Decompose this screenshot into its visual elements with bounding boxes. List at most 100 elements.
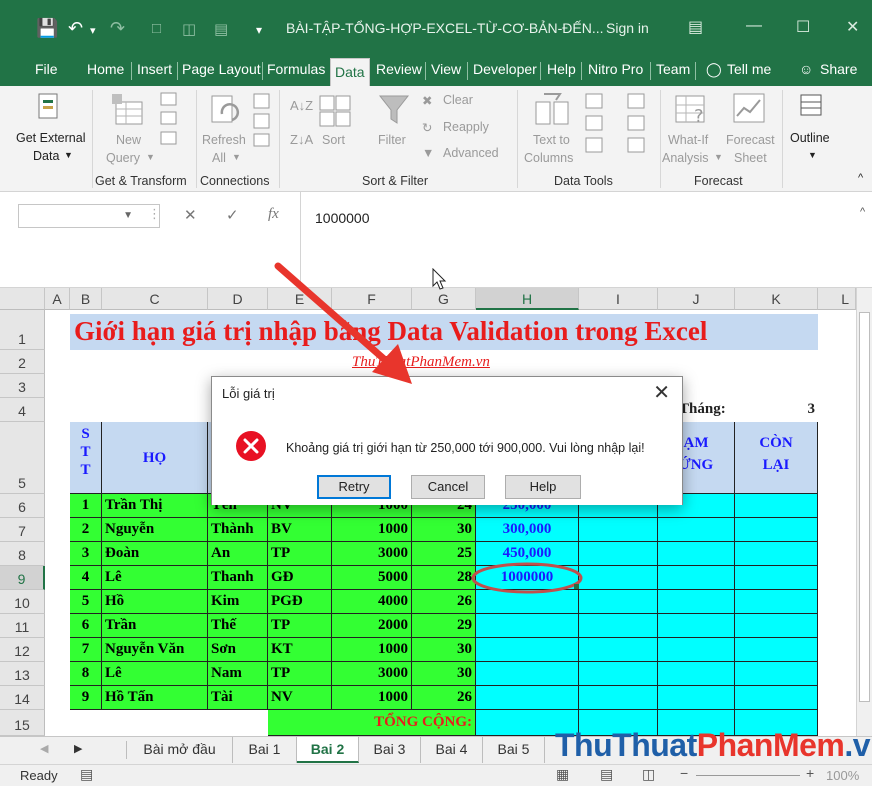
row-header-2[interactable]: 2 xyxy=(0,350,45,374)
table-cell[interactable]: 5000 xyxy=(332,566,412,590)
table-cell[interactable]: Nam xyxy=(208,662,268,686)
table-cell[interactable] xyxy=(735,518,818,542)
customize-toolbar-icon[interactable]: ▾ xyxy=(256,23,262,37)
filter-label[interactable]: Filter xyxy=(378,133,406,147)
table-cell[interactable]: 2 xyxy=(70,518,102,542)
page-break-view-icon[interactable]: ◫ xyxy=(642,766,655,783)
table-cell[interactable]: Thế xyxy=(208,614,268,638)
next-sheet-icon[interactable]: ▶ xyxy=(74,742,82,755)
refresh-all-icon[interactable] xyxy=(208,92,244,130)
table-cell[interactable]: 3000 xyxy=(332,662,412,686)
table-cell[interactable] xyxy=(658,518,735,542)
query-tools-icon[interactable] xyxy=(160,92,178,146)
table-cell[interactable] xyxy=(658,542,735,566)
table-cell[interactable] xyxy=(735,662,818,686)
table-cell[interactable] xyxy=(579,662,658,686)
column-header-b[interactable]: B xyxy=(70,288,102,310)
header-con-lai[interactable]: CÒN LẠI xyxy=(735,422,818,494)
column-header-l[interactable]: L xyxy=(818,288,856,310)
retry-button[interactable]: Retry xyxy=(317,475,391,499)
new-query-icon[interactable] xyxy=(110,92,150,130)
table-cell[interactable]: KT xyxy=(268,638,332,662)
forecast-sheet-label-2[interactable]: Sheet xyxy=(734,151,767,165)
table-cell[interactable]: GĐ xyxy=(268,566,332,590)
close-icon[interactable]: ✕ xyxy=(846,17,859,37)
table-cell[interactable] xyxy=(579,614,658,638)
table-cell[interactable]: PGĐ xyxy=(268,590,332,614)
connections-tools-icon[interactable] xyxy=(252,92,272,148)
sheet-subtitle-link[interactable]: ThuThuatPhanMem.vn xyxy=(352,351,552,373)
table-cell[interactable] xyxy=(735,686,818,710)
clear-label[interactable]: Clear xyxy=(443,93,473,107)
zoom-slider[interactable] xyxy=(696,775,800,776)
scrollbar-thumb[interactable] xyxy=(859,312,870,702)
table-cell[interactable]: 2000 xyxy=(332,614,412,638)
table-cell[interactable]: 1000 xyxy=(332,686,412,710)
table-cell[interactable] xyxy=(658,638,735,662)
table-cell[interactable] xyxy=(476,686,579,710)
table-cell[interactable]: Lê xyxy=(102,566,208,590)
refresh-all-label-2[interactable]: All xyxy=(212,151,226,165)
text-to-columns-label-2[interactable]: Columns xyxy=(524,151,573,165)
sheet-tab-bai-1[interactable]: Bai 1 xyxy=(233,737,297,763)
tab-insert[interactable]: Insert xyxy=(137,56,172,86)
undo-icon[interactable]: ↶ xyxy=(68,18,83,39)
table-cell[interactable]: 3 xyxy=(70,542,102,566)
table-cell[interactable]: Trần xyxy=(102,614,208,638)
column-header-h[interactable]: H xyxy=(476,288,579,310)
sort-descending-icon[interactable]: Z↓A xyxy=(290,132,313,147)
help-button[interactable]: Help xyxy=(505,475,581,499)
advanced-filter-icon[interactable]: ▼ xyxy=(422,146,434,160)
table-cell[interactable]: TP xyxy=(268,662,332,686)
row-header-4[interactable]: 4 xyxy=(0,398,45,422)
table-cell[interactable]: 1000 xyxy=(332,518,412,542)
row-header-3[interactable]: 3 xyxy=(0,374,45,398)
column-header-a[interactable]: A xyxy=(45,288,70,310)
table-cell[interactable]: 30 xyxy=(412,518,476,542)
table-cell[interactable]: 30 xyxy=(412,638,476,662)
table-cell[interactable]: 28 xyxy=(412,566,476,590)
refresh-all-label[interactable]: Refresh xyxy=(202,133,246,147)
page-layout-view-icon[interactable]: ▤ xyxy=(600,766,613,783)
tab-developer[interactable]: Developer xyxy=(473,56,537,86)
table-cell[interactable]: 6 xyxy=(70,614,102,638)
table-cell[interactable]: 1 xyxy=(70,494,102,518)
table-cell[interactable]: TP xyxy=(268,614,332,638)
column-header-k[interactable]: K xyxy=(735,288,818,310)
row-header-6[interactable]: 6 xyxy=(0,494,45,518)
table-cell[interactable] xyxy=(735,614,818,638)
cancel-icon[interactable]: ✕ xyxy=(184,206,197,224)
forecast-sheet-icon[interactable] xyxy=(732,92,768,128)
table-cell[interactable] xyxy=(658,566,735,590)
table-cell[interactable]: 9 xyxy=(70,686,102,710)
filter-icon[interactable] xyxy=(378,94,410,126)
prev-sheet-icon[interactable]: ◀ xyxy=(40,742,48,755)
share-button[interactable]: Share xyxy=(820,56,857,86)
tab-nitro-pro[interactable]: Nitro Pro xyxy=(588,56,643,86)
what-if-label[interactable]: What-If xyxy=(668,133,708,147)
table-cell[interactable]: 30 xyxy=(412,662,476,686)
table-cell[interactable]: Nguyễn Văn xyxy=(102,638,208,662)
header-stt[interactable]: S T T xyxy=(70,422,102,494)
outline-icon[interactable] xyxy=(798,92,826,120)
row-header-1[interactable]: 1 xyxy=(0,310,45,350)
get-external-data-label-2[interactable]: Data xyxy=(33,149,59,163)
row-header-5[interactable]: 5 xyxy=(0,422,45,494)
table-cell[interactable] xyxy=(735,494,818,518)
column-header-e[interactable]: E xyxy=(268,288,332,310)
clear-filter-icon[interactable]: ✖ xyxy=(422,93,432,108)
tab-help[interactable]: Help xyxy=(547,56,576,86)
text-to-columns-icon[interactable] xyxy=(534,92,570,128)
table-cell[interactable] xyxy=(579,566,658,590)
table-cell[interactable] xyxy=(579,518,658,542)
table-cell[interactable]: 4 xyxy=(70,566,102,590)
table-cell[interactable]: 8 xyxy=(70,662,102,686)
undo-dropdown-icon[interactable]: ▾ xyxy=(90,24,96,37)
table-cell[interactable]: 7 xyxy=(70,638,102,662)
column-header-j[interactable]: J xyxy=(658,288,735,310)
table-cell[interactable]: Kim xyxy=(208,590,268,614)
table-cell[interactable]: 26 xyxy=(412,686,476,710)
table-cell[interactable]: BV xyxy=(268,518,332,542)
tab-formulas[interactable]: Formulas xyxy=(267,56,325,86)
table-cell[interactable]: Tài xyxy=(208,686,268,710)
